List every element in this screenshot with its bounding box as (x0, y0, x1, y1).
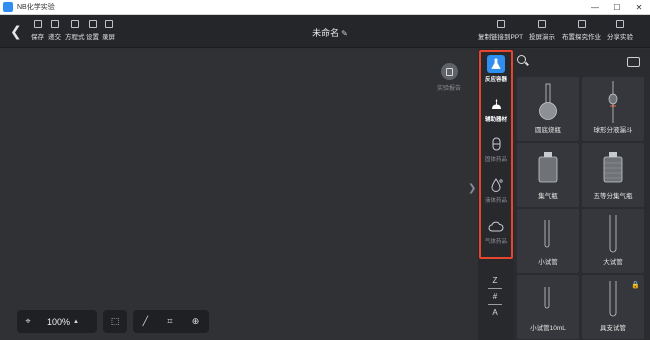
sort-toggle[interactable]: Z # A (484, 276, 506, 317)
equation-button[interactable]: 方程式 (65, 20, 85, 41)
gas-jar-icon (538, 152, 558, 183)
zoom-in-icon[interactable]: ⊕ (192, 316, 200, 327)
large-test-tube-icon (609, 215, 617, 253)
lock-icon: ⬚ (110, 316, 120, 326)
category-solid-reagents[interactable]: 固体药品 (478, 135, 514, 163)
search-icon[interactable] (517, 55, 526, 64)
experiment-canvas[interactable] (0, 49, 478, 340)
report-icon (440, 63, 458, 80)
submit-button[interactable]: 递交 (48, 20, 61, 41)
lock-tool[interactable]: ⬚ (103, 310, 127, 333)
save-button[interactable]: 保存 (31, 20, 44, 41)
zoom-up-icon[interactable]: ▲ (70, 319, 82, 325)
zoom-level[interactable]: 100% (47, 317, 70, 327)
projector-button[interactable]: 投屏演示 (529, 20, 555, 41)
top-toolbar: ❮ 保存 递交 方程式 设置 录屏 未命名 ✎ 复制链接到PPT 投屏演示 布置… (0, 15, 650, 48)
canvas-bottom-controls: ⌖ 100% ▲ ⬚ ╱ ⌗ ⊕ (17, 310, 209, 333)
close-icon[interactable]: ✕ (628, 0, 650, 15)
zoom-control: ⌖ 100% ▲ (17, 310, 97, 333)
item-card[interactable]: 集气瓶 (517, 143, 579, 207)
send-icon (577, 20, 586, 28)
item-card[interactable]: 球形分液漏斗 (582, 77, 644, 141)
category-auxiliary-equipment[interactable]: 辅助器材 (478, 95, 514, 123)
capsule-icon (487, 135, 505, 153)
graduated-gas-jar-icon (603, 152, 623, 183)
edit-tools: ╱ ⌗ ⊕ (133, 310, 209, 333)
maximize-icon[interactable]: ☐ (606, 0, 628, 15)
category-gas-reagents[interactable]: 气体药品 (478, 217, 514, 245)
share-experiment-button[interactable]: 分享实验 (607, 20, 633, 41)
edit-pencil-icon[interactable]: ✎ (341, 29, 348, 38)
share-icon (616, 20, 624, 28)
projector-icon (538, 20, 546, 28)
separatory-funnel-icon (608, 81, 618, 123)
submit-icon (50, 20, 59, 28)
item-card[interactable]: 小试管 (517, 209, 579, 273)
droplet-icon (487, 176, 505, 194)
settings-icon (88, 20, 97, 28)
title-bar: NB化学实验 — ☐ ✕ (0, 0, 650, 15)
window-controls: — ☐ ✕ (584, 0, 650, 15)
alcohol-lamp-icon (487, 95, 505, 113)
category-reaction-vessel[interactable]: 反应容器 (478, 55, 514, 83)
copy-link-icon (496, 20, 505, 28)
brush-icon[interactable]: ╱ (143, 316, 148, 327)
equation-icon (70, 20, 79, 28)
record-screen-button[interactable]: 录屏 (102, 20, 115, 41)
equipment-search[interactable] (514, 49, 650, 75)
lock-badge-icon: 🔒 (631, 282, 640, 289)
item-card[interactable]: 五等分集气瓶 (582, 143, 644, 207)
document-title[interactable]: 未命名 ✎ (300, 26, 360, 39)
save-icon (33, 20, 42, 28)
minimize-icon[interactable]: — (584, 0, 606, 15)
side-arm-test-tube-icon (609, 281, 617, 317)
item-card[interactable]: 大试管 (582, 209, 644, 273)
flask-icon (487, 55, 505, 73)
record-screen-icon (104, 20, 113, 28)
cloud-icon (487, 217, 505, 235)
app-window: NB化学实验 — ☐ ✕ ❮ 保存 递交 方程式 设置 录屏 未命名 ✎ 复制链… (0, 0, 650, 340)
keyboard-icon[interactable] (627, 57, 640, 67)
item-card[interactable]: 圆底烧瓶 (517, 77, 579, 141)
locate-crosshair-icon[interactable]: ⌖ (17, 316, 39, 327)
window-title: NB化学实验 (17, 4, 55, 11)
item-card[interactable]: 🔒 具支试管 (582, 275, 644, 339)
round-flask-icon (539, 83, 557, 120)
app-logo-icon (3, 2, 13, 12)
copy-link-to-ppt-button[interactable]: 复制链接到PPT (478, 20, 523, 41)
category-liquid-reagents[interactable]: 液体药品 (478, 176, 514, 204)
item-card[interactable]: 小试管10mL (517, 275, 579, 339)
small-test-tube-icon (544, 220, 550, 248)
crop-icon[interactable]: ⌗ (167, 316, 172, 327)
small-test-tube-10ml-icon (544, 287, 550, 309)
collapse-panel-chevron-icon[interactable]: ❯ (468, 183, 476, 194)
lab-report-button[interactable]: 实验报告 (437, 63, 461, 92)
back-arrow-icon[interactable]: ❮ (10, 23, 22, 39)
settings-button[interactable]: 设置 (86, 20, 99, 41)
assign-homework-button[interactable]: 布置探究作业 (562, 20, 601, 41)
